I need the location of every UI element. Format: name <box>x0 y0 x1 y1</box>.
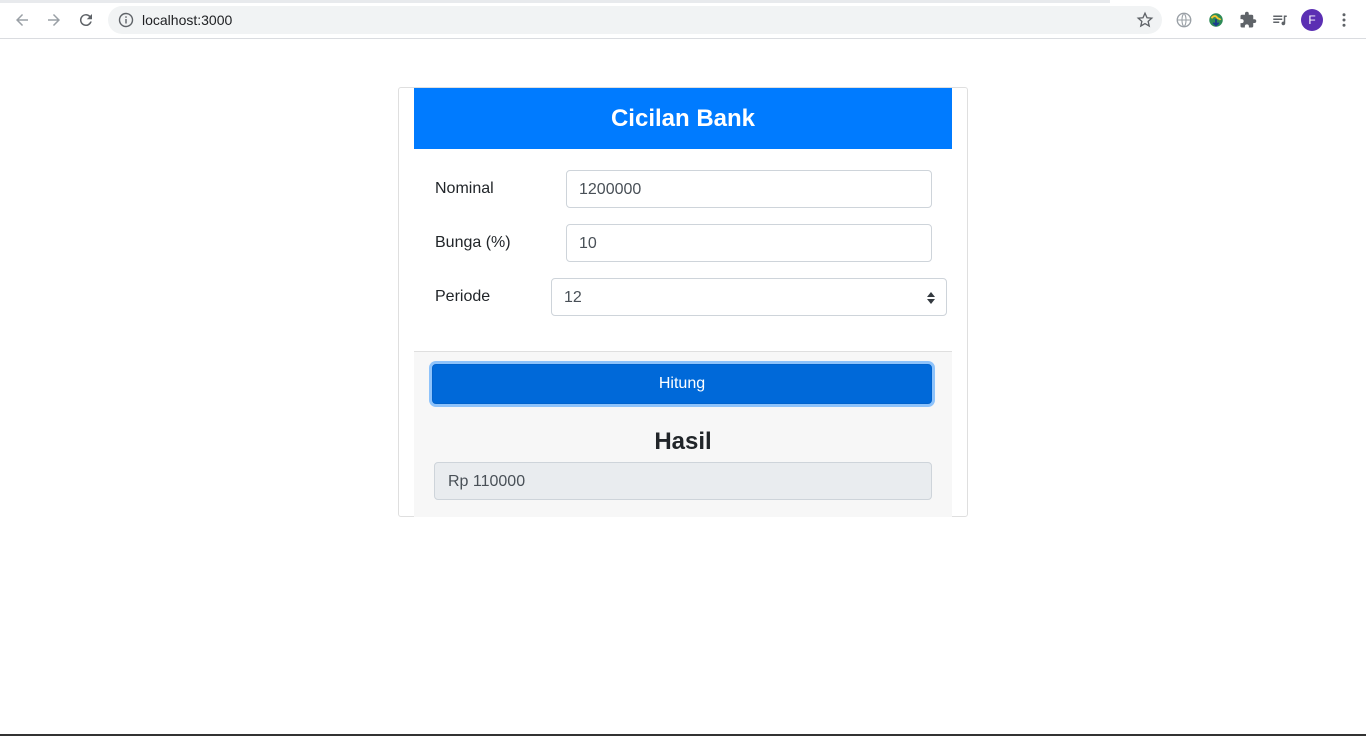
profile-avatar[interactable]: F <box>1301 9 1323 31</box>
earth-download-icon <box>1209 13 1223 27</box>
result-output: Rp 110000 <box>434 462 932 500</box>
more-vertical-icon <box>1342 13 1346 27</box>
calculator-card: Cicilan Bank Nominal 1200000 Bunga (%) 1… <box>398 87 968 517</box>
extensions-button[interactable] <box>1238 10 1258 30</box>
url-text[interactable]: localhost:3000 <box>142 12 232 28</box>
puzzle-icon <box>1240 11 1257 28</box>
nominal-row: Nominal 1200000 <box>435 170 965 208</box>
result-heading: Hasil <box>654 428 712 455</box>
browser-toolbar: localhost:3000 F <box>0 0 1366 39</box>
bunga-label: Bunga (%) <box>435 234 511 251</box>
download-manager-extension[interactable] <box>1206 10 1226 30</box>
media-control-button[interactable] <box>1270 10 1290 30</box>
address-bar[interactable]: localhost:3000 <box>108 6 1162 34</box>
back-button[interactable] <box>10 8 34 32</box>
nominal-input[interactable]: 1200000 <box>566 170 932 208</box>
browser-menu-button[interactable] <box>1334 10 1354 30</box>
arrow-left-icon <box>16 14 28 26</box>
periode-row: Periode 12 <box>435 278 965 316</box>
reload-button[interactable] <box>74 8 98 32</box>
nominal-label: Nominal <box>435 180 494 197</box>
periode-label: Periode <box>435 288 491 305</box>
card-title: Cicilan Bank <box>414 88 952 149</box>
globe-icon <box>1176 12 1192 28</box>
periode-select[interactable]: 12 <box>551 278 947 316</box>
bunga-input[interactable]: 10 <box>566 224 932 262</box>
reload-icon <box>79 14 92 27</box>
periode-selected-value: 12 <box>564 289 582 306</box>
tab-strip-edge <box>0 0 1110 3</box>
info-icon[interactable] <box>118 12 134 28</box>
playlist-icon <box>1273 15 1287 26</box>
hitung-button[interactable]: Hitung <box>432 364 932 404</box>
arrow-right-icon <box>48 14 60 26</box>
card-footer: Hitung Hasil Rp 110000 <box>414 351 952 517</box>
select-caret-icon <box>927 292 935 304</box>
bunga-row: Bunga (%) 10 <box>435 224 965 262</box>
bookmark-star-icon[interactable] <box>1136 11 1154 29</box>
globe-extension[interactable] <box>1174 10 1194 30</box>
forward-button[interactable] <box>42 8 66 32</box>
